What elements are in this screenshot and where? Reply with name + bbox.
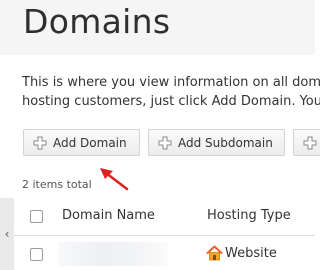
page-description: This is where you view information on al… — [22, 73, 320, 111]
add-subdomain-label: Add Subdomain — [178, 135, 273, 150]
hosting-type-label: Website — [225, 245, 277, 261]
sidebar-collapse-toggle[interactable]: ‹ — [0, 198, 14, 270]
house-icon — [206, 245, 223, 261]
description-line-2: hosting customers, just click Add Domain… — [22, 94, 320, 109]
more-actions-button[interactable] — [293, 129, 320, 156]
column-header-hosting-type[interactable]: Hosting Type — [207, 208, 291, 223]
table-header: Domain Name Hosting Type — [14, 199, 315, 236]
page-title: Domains — [23, 2, 171, 41]
description-line-1: This is where you view information on al… — [22, 75, 320, 90]
column-header-domain-name[interactable]: Domain Name — [62, 208, 155, 223]
plus-icon — [33, 136, 47, 149]
plus-icon — [158, 136, 172, 149]
add-domain-button[interactable]: Add Domain — [23, 129, 140, 156]
table-row: Website — [14, 236, 315, 270]
items-count: 2 items total — [22, 178, 92, 191]
chevron-left-icon: ‹ — [4, 227, 10, 241]
row-checkbox[interactable] — [30, 248, 43, 261]
page-header: Domains — [0, 0, 315, 55]
plus-icon — [303, 136, 317, 149]
add-subdomain-button[interactable]: Add Subdomain — [148, 129, 285, 156]
red-arrow-annotation — [100, 168, 129, 191]
domain-name-cell[interactable] — [58, 242, 168, 266]
add-domain-label: Add Domain — [53, 135, 127, 150]
select-all-checkbox[interactable] — [30, 210, 43, 223]
hosting-type-cell: Website — [206, 245, 277, 261]
